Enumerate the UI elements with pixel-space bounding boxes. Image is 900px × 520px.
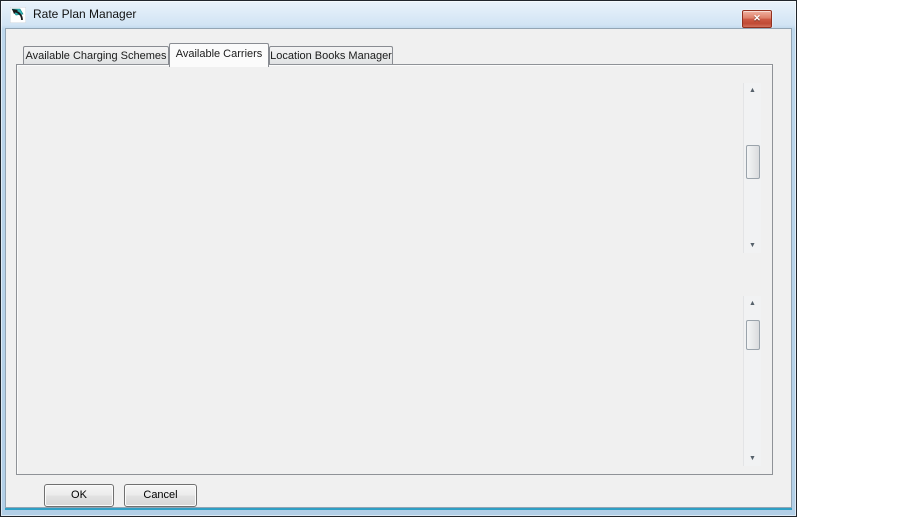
window-title: Rate Plan Manager <box>33 1 136 28</box>
close-icon: ✕ <box>753 13 761 23</box>
phone-divert-app-icon <box>10 7 26 23</box>
dialog-client-area: Available Charging Schemes Available Car… <box>5 28 792 508</box>
tab-available-carriers[interactable]: Available Carriers <box>169 43 269 67</box>
available-carriers-tab-panel <box>16 64 773 475</box>
cancel-button[interactable]: Cancel <box>124 484 197 507</box>
scroll-up-icon[interactable]: ▲ <box>744 83 761 98</box>
rate-plan-manager-window: Rate Plan Manager ✕ Available Charging S… <box>0 0 797 517</box>
tab-location-books-manager[interactable]: Location Books Manager <box>269 46 393 65</box>
scrollbar-thumb[interactable] <box>746 320 760 350</box>
titlebar[interactable]: Rate Plan Manager ✕ <box>1 1 796 28</box>
scroll-up-icon[interactable]: ▲ <box>744 296 761 311</box>
scrollbar-thumb[interactable] <box>746 145 760 179</box>
scroll-down-icon[interactable]: ▼ <box>744 451 761 466</box>
close-button[interactable]: ✕ <box>742 10 772 28</box>
files-vertical-scrollbar[interactable]: ▲ ▼ <box>743 296 761 466</box>
scroll-down-icon[interactable]: ▼ <box>744 238 761 253</box>
carriers-vertical-scrollbar[interactable]: ▲ ▼ <box>743 83 761 253</box>
screen: Rate Plan Manager ✕ Available Charging S… <box>0 0 900 520</box>
tab-available-charging-schemes[interactable]: Available Charging Schemes <box>23 46 169 65</box>
window-bottom-accent-line <box>5 508 792 510</box>
ok-button[interactable]: OK <box>44 484 114 507</box>
